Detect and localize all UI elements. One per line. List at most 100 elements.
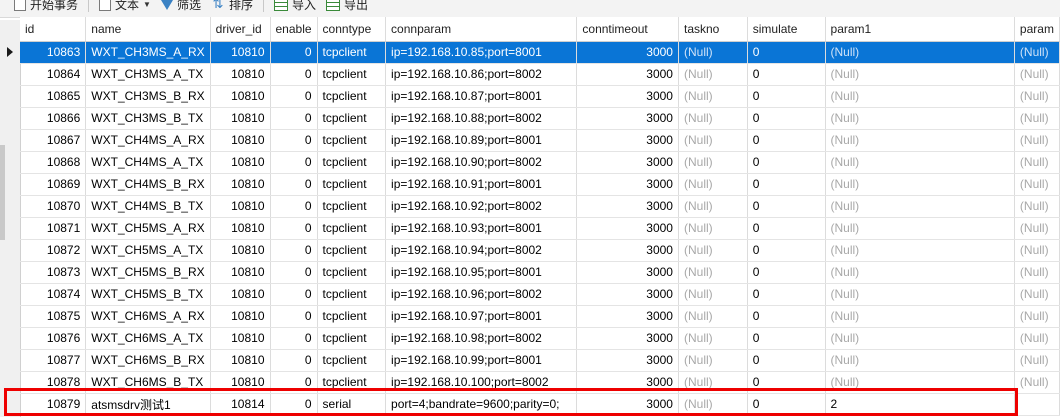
cell-name[interactable]: atsmsdrv测试1 xyxy=(85,393,211,416)
cell-conntimeout[interactable]: 3000 xyxy=(576,305,679,328)
cell-id[interactable]: 10873 xyxy=(20,261,87,284)
cell-taskno[interactable]: (Null) xyxy=(678,173,748,196)
cell-param[interactable]: (Null) xyxy=(1014,217,1060,240)
cell-id[interactable]: 10874 xyxy=(20,283,87,306)
cell-conntype[interactable]: tcpclient xyxy=(317,63,387,86)
cell-param1[interactable]: (Null) xyxy=(825,305,1015,328)
cell-name[interactable]: WXT_CH4MS_B_TX xyxy=(85,195,211,218)
table-row[interactable]: 10864 WXT_CH3MS_A_TX 10810 0 tcpclient ip=192… xyxy=(20,63,1060,86)
cell-conntype[interactable]: tcpclient xyxy=(317,327,387,350)
cell-param1[interactable]: (Null) xyxy=(825,195,1015,218)
cell-enable[interactable]: 0 xyxy=(270,41,318,64)
cell-param[interactable]: (Null) xyxy=(1014,151,1060,174)
cell-simulate[interactable]: 0 xyxy=(747,239,826,262)
cell-connparam[interactable]: ip=192.168.10.93;port=8001 xyxy=(385,217,578,240)
cell-id[interactable]: 10869 xyxy=(20,173,87,196)
cell-taskno[interactable]: (Null) xyxy=(678,305,748,328)
cell-conntype[interactable]: tcpclient xyxy=(317,41,387,64)
cell-conntimeout[interactable]: 3000 xyxy=(576,349,679,372)
cell-name[interactable]: WXT_CH6MS_A_RX xyxy=(85,305,211,328)
sort-button[interactable]: ⇅ 排序 xyxy=(211,0,253,17)
cell-taskno[interactable]: (Null) xyxy=(678,283,748,306)
cell-simulate[interactable]: 0 xyxy=(747,107,826,130)
cell-param[interactable]: (Null) xyxy=(1014,327,1060,350)
table-row[interactable]: 10877 WXT_CH6MS_B_RX 10810 0 tcpclient ip=192… xyxy=(20,349,1060,372)
cell-param[interactable]: (Null) xyxy=(1014,239,1060,262)
cell-param[interactable]: (Null) xyxy=(1014,305,1060,328)
cell-driver-id[interactable]: 10810 xyxy=(210,41,271,64)
cell-param1[interactable]: (Null) xyxy=(825,239,1015,262)
cell-param1[interactable]: (Null) xyxy=(825,217,1015,240)
cell-conntype[interactable]: tcpclient xyxy=(317,129,387,152)
cell-connparam[interactable]: ip=192.168.10.98;port=8002 xyxy=(385,327,578,350)
cell-connparam[interactable]: ip=192.168.10.91;port=8001 xyxy=(385,173,578,196)
table-row[interactable]: 10863 WXT_CH3MS_A_RX 10810 0 tcpclient ip=192… xyxy=(20,41,1060,64)
cell-id[interactable]: 10878 xyxy=(20,371,87,394)
cell-param[interactable]: (Null) xyxy=(1014,129,1060,152)
table-row[interactable]: 10878 WXT_CH6MS_B_TX 10810 0 tcpclient ip=192… xyxy=(20,371,1060,394)
cell-driver-id[interactable]: 10810 xyxy=(210,63,271,86)
cell-param1[interactable]: (Null) xyxy=(825,173,1015,196)
cell-conntype[interactable]: tcpclient xyxy=(317,173,387,196)
cell-id[interactable]: 10865 xyxy=(20,85,87,108)
cell-param[interactable]: (Null) xyxy=(1014,195,1060,218)
cell-connparam[interactable]: ip=192.168.10.96;port=8002 xyxy=(385,283,578,306)
cell-enable[interactable]: 0 xyxy=(270,371,318,394)
cell-name[interactable]: WXT_CH4MS_A_TX xyxy=(85,151,211,174)
cell-driver-id[interactable]: 10810 xyxy=(210,261,271,284)
cell-conntimeout[interactable]: 3000 xyxy=(576,393,679,416)
cell-connparam[interactable]: ip=192.168.10.85;port=8001 xyxy=(385,41,578,64)
cell-conntype[interactable]: tcpclient xyxy=(317,151,387,174)
cell-id[interactable]: 10879 xyxy=(20,393,87,416)
cell-id[interactable]: 10868 xyxy=(20,151,87,174)
cell-driver-id[interactable]: 10810 xyxy=(210,217,271,240)
cell-enable[interactable]: 0 xyxy=(270,393,318,416)
cell-taskno[interactable]: (Null) xyxy=(678,349,748,372)
cell-enable[interactable]: 0 xyxy=(270,305,318,328)
cell-name[interactable]: WXT_CH5MS_A_TX xyxy=(85,239,211,262)
cell-simulate[interactable]: 0 xyxy=(747,41,826,64)
cell-connparam[interactable]: ip=192.168.10.86;port=8002 xyxy=(385,63,578,86)
cell-name[interactable]: WXT_CH5MS_B_RX xyxy=(85,261,211,284)
cell-name[interactable]: WXT_CH3MS_B_TX xyxy=(85,107,211,130)
cell-param[interactable]: (Null) xyxy=(1014,371,1060,394)
text-button[interactable]: 文本 ▼ xyxy=(99,0,151,17)
cell-param[interactable]: (Null) xyxy=(1014,85,1060,108)
cell-taskno[interactable]: (Null) xyxy=(678,107,748,130)
cell-param1[interactable]: (Null) xyxy=(825,41,1015,64)
chevron-down-icon[interactable]: ▼ xyxy=(143,0,151,9)
cell-taskno[interactable]: (Null) xyxy=(678,129,748,152)
cell-conntimeout[interactable]: 3000 xyxy=(576,195,679,218)
cell-driver-id[interactable]: 10810 xyxy=(210,85,271,108)
column-header-driver-id[interactable]: driver_id xyxy=(210,17,271,42)
table-row[interactable]: 10875 WXT_CH6MS_A_RX 10810 0 tcpclient ip=192… xyxy=(20,305,1060,328)
cell-conntype[interactable]: tcpclient xyxy=(317,195,387,218)
cell-enable[interactable]: 0 xyxy=(270,107,318,130)
cell-taskno[interactable]: (Null) xyxy=(678,371,748,394)
cell-conntype[interactable]: tcpclient xyxy=(317,85,387,108)
cell-conntimeout[interactable]: 3000 xyxy=(576,129,679,152)
cell-enable[interactable]: 0 xyxy=(270,151,318,174)
cell-enable[interactable]: 0 xyxy=(270,195,318,218)
cell-name[interactable]: WXT_CH4MS_A_RX xyxy=(85,129,211,152)
cell-simulate[interactable]: 0 xyxy=(747,217,826,240)
cell-id[interactable]: 10864 xyxy=(20,63,87,86)
cell-id[interactable]: 10870 xyxy=(20,195,87,218)
cell-simulate[interactable]: 0 xyxy=(747,85,826,108)
column-header-connparam[interactable]: connparam xyxy=(385,17,578,42)
cell-connparam[interactable]: port=4;bandrate=9600;parity=0; xyxy=(385,393,578,416)
cell-taskno[interactable]: (Null) xyxy=(678,41,748,64)
cell-param1[interactable]: (Null) xyxy=(825,151,1015,174)
filter-button[interactable]: 筛选 xyxy=(160,0,201,17)
table-row[interactable]: 10865 WXT_CH3MS_B_RX 10810 0 tcpclient ip=192… xyxy=(20,85,1060,108)
cell-id[interactable]: 10876 xyxy=(20,327,87,350)
cell-enable[interactable]: 0 xyxy=(270,327,318,350)
cell-connparam[interactable]: ip=192.168.10.94;port=8002 xyxy=(385,239,578,262)
cell-enable[interactable]: 0 xyxy=(270,261,318,284)
cell-enable[interactable]: 0 xyxy=(270,283,318,306)
cell-taskno[interactable]: (Null) xyxy=(678,239,748,262)
cell-name[interactable]: WXT_CH6MS_B_RX xyxy=(85,349,211,372)
cell-name[interactable]: WXT_CH3MS_A_RX xyxy=(85,41,211,64)
cell-enable[interactable]: 0 xyxy=(270,217,318,240)
cell-enable[interactable]: 0 xyxy=(270,173,318,196)
